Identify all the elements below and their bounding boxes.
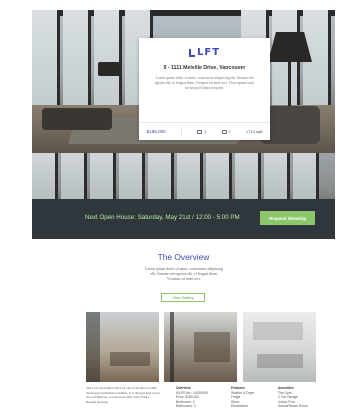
features-list: Features Washer & Dryer Fridge Stove Dis… — [231, 386, 255, 409]
amenities-list: Amenities The Gym 2 Car Garage Indoor Po… — [278, 386, 308, 409]
property-description: Lorem ipsum dolor sit amet, consectetur … — [154, 76, 255, 90]
area-stat: 1714 sqft — [245, 129, 263, 134]
bath-icon — [221, 129, 227, 134]
hero-image: LFT 9 - 1111 Melville Drive, Vancouver L… — [32, 10, 335, 153]
open-house-text: Next Open House: Saturday, May 21st / 12… — [85, 214, 240, 221]
gallery-photo-loft[interactable] — [164, 312, 237, 382]
property-stats: $189,000 1 2 1714 sqft — [139, 122, 270, 140]
property-price: $189,000 — [146, 129, 166, 134]
baths-stat: 2 — [221, 129, 231, 134]
beds-stat: 1 — [197, 129, 206, 134]
request-showing-button[interactable]: Request Showing — [260, 211, 315, 225]
open-house-band: Next Open House: Saturday, May 21st / 12… — [32, 153, 335, 239]
overview-title: The Overview — [157, 252, 210, 262]
view-gallery-button[interactable]: View Gallery — [161, 293, 205, 302]
property-intro: The Loft was built in 2011 by one of the… — [86, 386, 160, 404]
overview-details: Overview MLS® No.: 10153059 Price: $189,… — [176, 386, 208, 409]
property-address: 9 - 1111 Melville Drive, Vancouver — [163, 65, 246, 71]
gallery-photo-kitchen[interactable] — [243, 312, 316, 382]
listing-page: LFT 9 - 1111 Melville Drive, Vancouver L… — [32, 10, 335, 411]
logo-mark-icon — [188, 48, 195, 57]
property-card: LFT 9 - 1111 Melville Drive, Vancouver L… — [139, 38, 270, 140]
brand-logo[interactable]: LFT — [139, 47, 270, 58]
overview-text: Lorem ipsum dolor sit amet, consectetur … — [145, 267, 223, 282]
gallery-photo-living-room[interactable] — [86, 312, 159, 382]
bed-icon — [197, 129, 203, 134]
